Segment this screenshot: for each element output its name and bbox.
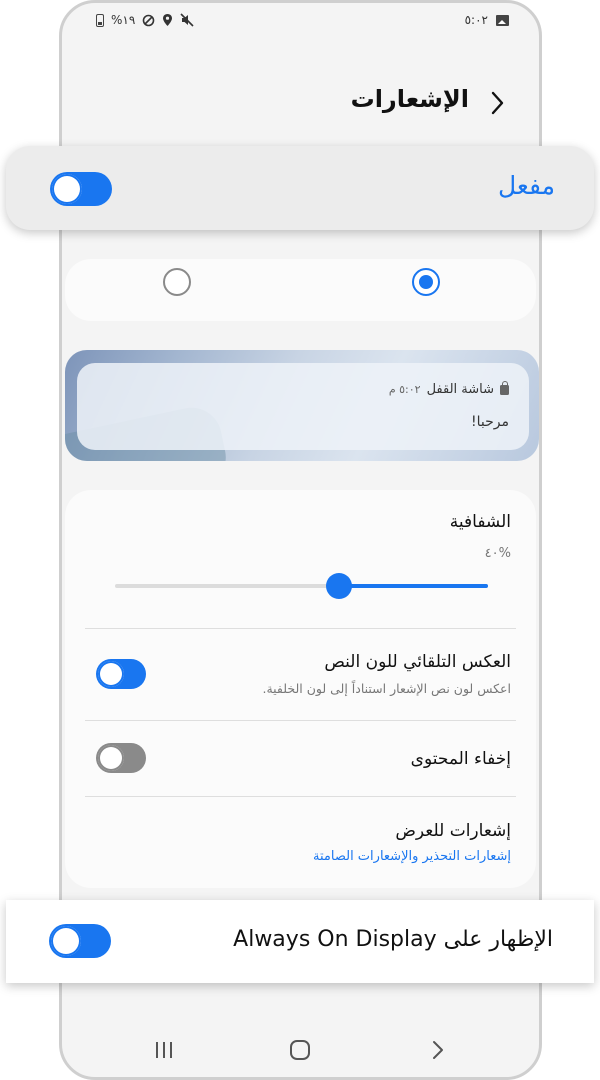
home-icon[interactable]	[288, 1038, 312, 1062]
battery-percent: %١٩	[111, 13, 136, 27]
toggle-knob	[51, 926, 81, 956]
preview-notification-card: شاشة القفل ٥:٠٢ م مرحبا!	[77, 363, 529, 450]
battery-icon	[96, 13, 104, 27]
invert-text-toggle[interactable]	[96, 659, 146, 689]
master-toggle-label: مفعل	[497, 171, 555, 200]
aod-toggle-label: الإظهار على Always On Display	[233, 927, 553, 952]
master-toggle-bar[interactable]: مفعل	[6, 146, 594, 230]
invert-text-subtitle: اعكس لون نص الإشعار استناداً إلى لون الخ…	[262, 681, 511, 696]
preview-time: ٥:٠٢ م	[388, 383, 421, 396]
transparency-slider[interactable]	[115, 573, 488, 599]
hide-content-toggle[interactable]	[96, 743, 146, 773]
status-time: ٥:٠٢	[464, 13, 488, 27]
preview-app-name: شاشة القفل	[426, 382, 494, 397]
toggle-knob	[98, 745, 124, 771]
header: الإشعارات	[62, 85, 539, 125]
transparency-value: %٤٠	[484, 546, 511, 561]
aod-toggle-bar[interactable]: الإظهار على Always On Display	[6, 900, 594, 983]
master-toggle-switch[interactable]	[50, 172, 112, 206]
lock-icon	[500, 380, 509, 395]
notification-style-card	[65, 259, 536, 321]
back-nav-icon[interactable]	[428, 1039, 448, 1061]
status-right: ٥:٠٢	[465, 13, 509, 27]
recents-icon[interactable]	[153, 1039, 175, 1061]
slider-thumb[interactable]	[325, 573, 352, 599]
hide-content-title: إخفاء المحتوى	[410, 749, 511, 769]
transparency-label: الشفافية	[449, 512, 511, 532]
toggle-knob	[52, 174, 82, 204]
divider	[85, 628, 516, 629]
notifications-to-show-value[interactable]: إشعارات التحذير والإشعارات الصامتة	[313, 849, 511, 864]
slider-fill	[338, 584, 488, 588]
status-bar: %١٩ ٥:٠٢	[62, 13, 539, 35]
gallery-icon	[496, 14, 509, 26]
lockscreen-preview: شاشة القفل ٥:٠٢ م مرحبا!	[65, 350, 539, 461]
status-icons: %١٩	[96, 13, 194, 27]
aod-toggle-switch[interactable]	[49, 924, 111, 958]
mute-icon	[180, 13, 194, 27]
style-option-1-radio[interactable]	[412, 268, 440, 296]
page-title: الإشعارات	[350, 85, 469, 113]
preview-header: شاشة القفل ٥:٠٢ م	[388, 380, 509, 397]
back-chevron-icon[interactable]	[485, 89, 509, 117]
invert-text-title: العكس التلقائي للون النص	[324, 652, 511, 672]
divider	[85, 796, 516, 797]
preview-message: مرحبا!	[471, 414, 509, 430]
dnd-icon	[142, 14, 155, 26]
notifications-to-show-title[interactable]: إشعارات للعرض	[395, 821, 511, 841]
toggle-knob	[98, 661, 124, 687]
style-option-2-radio[interactable]	[163, 268, 191, 296]
location-icon	[163, 14, 173, 26]
navigation-bar	[62, 1033, 539, 1069]
divider	[85, 720, 516, 721]
